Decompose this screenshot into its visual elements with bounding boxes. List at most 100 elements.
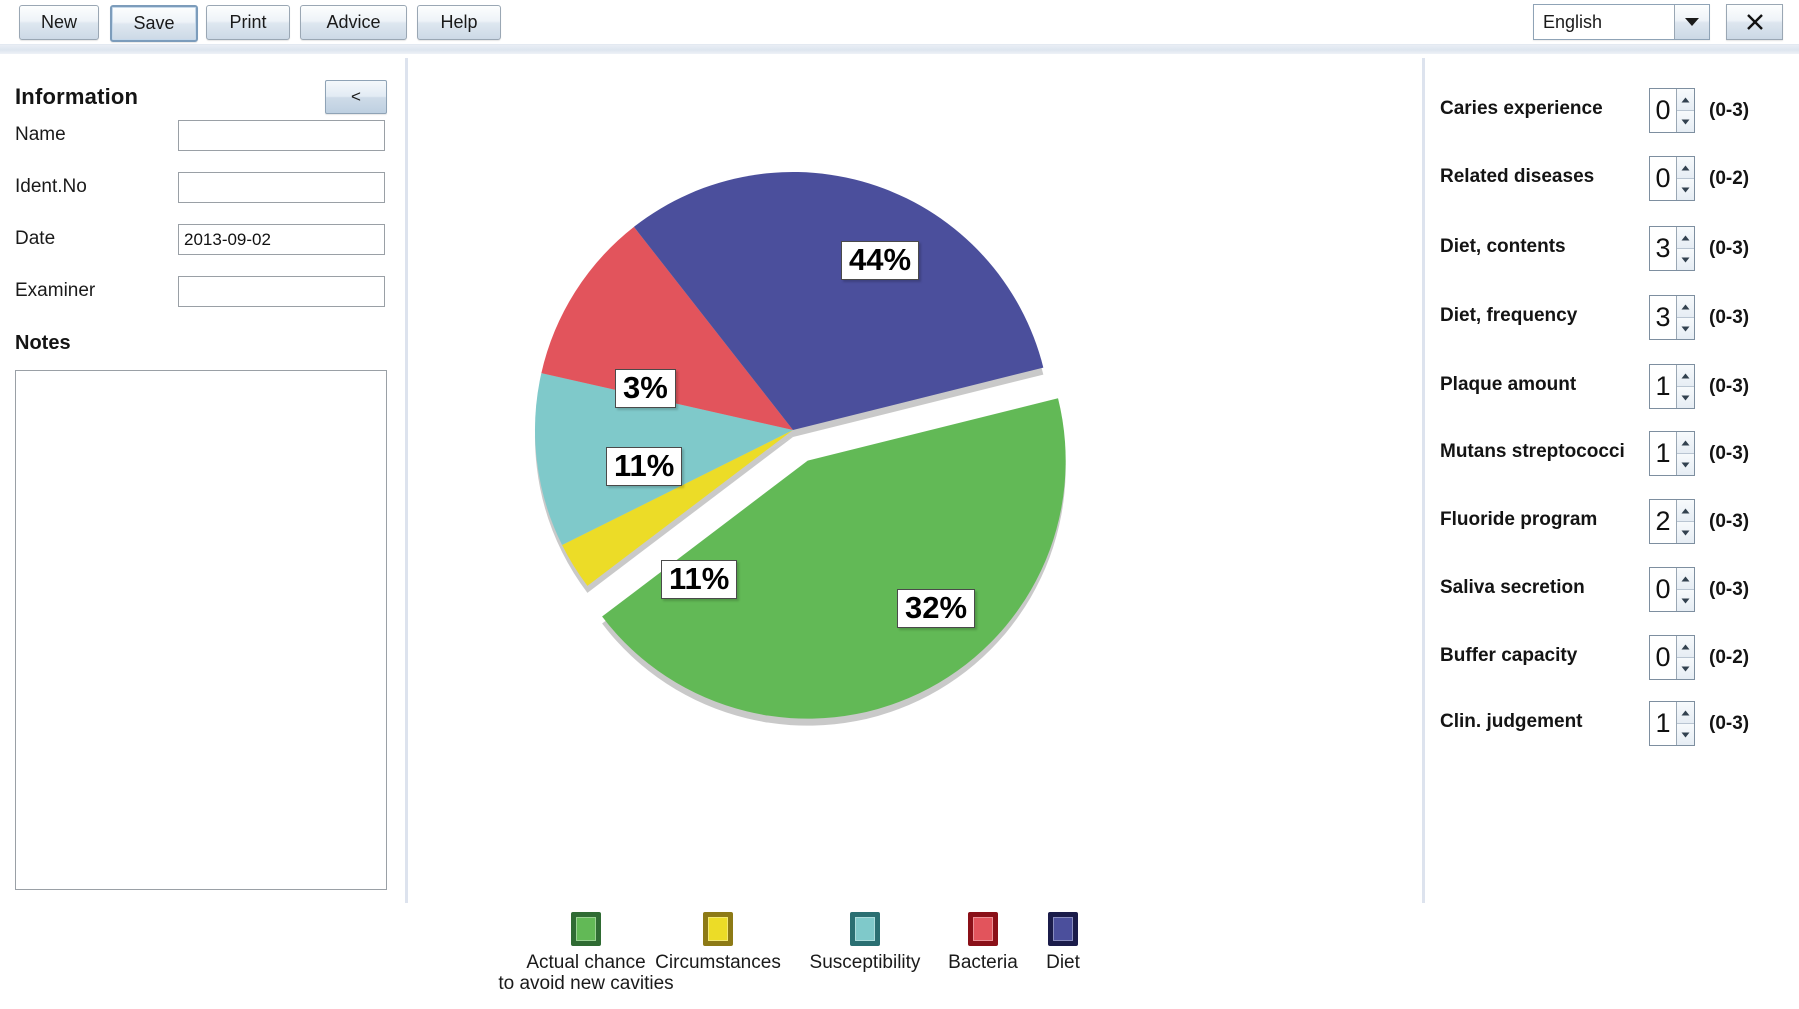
stepper-down-button[interactable] xyxy=(1677,386,1694,408)
pie-slice-label: 3% xyxy=(615,369,676,409)
information-panel: Information < Name Ident.No Date Examine… xyxy=(0,58,405,903)
parameter-value: 0 xyxy=(1650,157,1676,200)
parameter-range: (0-3) xyxy=(1709,511,1750,532)
parameter-stepper[interactable]: 0 xyxy=(1649,156,1695,201)
ident-no-input[interactable] xyxy=(178,172,385,203)
stepper-up-button[interactable] xyxy=(1677,227,1694,248)
parameter-range: (0-3) xyxy=(1709,713,1750,734)
language-select[interactable]: English xyxy=(1533,4,1710,40)
stepper-up-button[interactable] xyxy=(1677,296,1694,317)
stepper-up-button[interactable] xyxy=(1677,702,1694,723)
parameter-label: Saliva secretion xyxy=(1440,577,1585,598)
examiner-input[interactable] xyxy=(178,276,385,307)
pie-chart-svg xyxy=(535,172,1066,726)
parameter-row: Caries experience 0 (0-3) xyxy=(1425,88,1799,134)
parameter-row: Diet, frequency 3 (0-3) xyxy=(1425,295,1799,341)
save-button[interactable]: Save xyxy=(110,5,198,42)
name-input[interactable] xyxy=(178,120,385,151)
stepper-down-button[interactable] xyxy=(1677,248,1694,270)
stepper-down-button[interactable] xyxy=(1677,723,1694,745)
page-title: Information xyxy=(15,84,139,109)
print-button[interactable]: Print xyxy=(206,5,290,40)
parameter-label: Clin. judgement xyxy=(1440,711,1583,732)
legend-color-swatch xyxy=(850,912,880,946)
parameter-range: (0-3) xyxy=(1709,307,1750,328)
ident-no-label: Ident.No xyxy=(15,176,87,197)
parameter-row: Clin. judgement 1 (0-3) xyxy=(1425,701,1799,747)
toolbar-separator xyxy=(0,44,1799,54)
stepper-down-button[interactable] xyxy=(1677,521,1694,543)
parameter-stepper[interactable]: 1 xyxy=(1649,431,1695,476)
parameter-row: Diet, contents 3 (0-3) xyxy=(1425,226,1799,272)
parameter-label: Related diseases xyxy=(1440,166,1595,187)
stepper-up-button[interactable] xyxy=(1677,89,1694,110)
parameter-row: Mutans streptococci 1 (0-3) xyxy=(1425,431,1799,477)
parameter-range: (0-2) xyxy=(1709,168,1750,189)
legend-label: Circumstances xyxy=(655,952,781,973)
pie-slice-label: 44% xyxy=(841,241,920,281)
parameter-label: Buffer capacity xyxy=(1440,645,1578,666)
stepper-down-button[interactable] xyxy=(1677,110,1694,132)
legend-item: Circumstances xyxy=(638,903,798,973)
parameter-row: Fluoride program 2 (0-3) xyxy=(1425,499,1799,545)
parameter-stepper[interactable]: 1 xyxy=(1649,364,1695,409)
stepper-up-button[interactable] xyxy=(1677,500,1694,521)
parameter-value: 1 xyxy=(1650,365,1676,408)
parameter-value: 0 xyxy=(1650,89,1676,132)
date-row: Date xyxy=(0,224,405,258)
parameter-stepper[interactable]: 0 xyxy=(1649,88,1695,133)
help-button[interactable]: Help xyxy=(417,5,501,40)
date-input[interactable] xyxy=(178,224,385,255)
parameter-stepper[interactable]: 0 xyxy=(1649,635,1695,680)
parameter-label: Mutans streptococci xyxy=(1440,441,1625,462)
chart-legend: Actual chance to avoid new cavities Circu… xyxy=(408,903,1422,1009)
stepper-down-button[interactable] xyxy=(1677,317,1694,339)
parameter-range: (0-2) xyxy=(1709,647,1750,668)
legend-color-swatch xyxy=(1048,912,1078,946)
stepper-up-button[interactable] xyxy=(1677,636,1694,657)
new-button[interactable]: New xyxy=(19,5,99,40)
examiner-label: Examiner xyxy=(15,280,96,301)
chevron-down-icon[interactable] xyxy=(1674,5,1709,39)
parameter-row: Plaque amount 1 (0-3) xyxy=(1425,364,1799,410)
toolbar: New Save Print Advice Help English xyxy=(0,0,1799,42)
parameter-label: Caries experience xyxy=(1440,98,1603,119)
notes-label: Notes xyxy=(15,332,71,354)
stepper-down-button[interactable] xyxy=(1677,178,1694,200)
language-select-value: English xyxy=(1534,5,1674,39)
stepper-down-button[interactable] xyxy=(1677,453,1694,475)
collapse-panel-button[interactable]: < xyxy=(325,80,387,114)
stepper-down-button[interactable] xyxy=(1677,657,1694,679)
legend-color-swatch xyxy=(968,912,998,946)
stepper-up-button[interactable] xyxy=(1677,568,1694,589)
legend-color-swatch xyxy=(571,912,601,946)
parameter-value: 2 xyxy=(1650,500,1676,543)
ident-no-row: Ident.No xyxy=(0,172,405,206)
parameter-value: 1 xyxy=(1650,702,1676,745)
parameter-stepper[interactable]: 3 xyxy=(1649,295,1695,340)
close-button[interactable] xyxy=(1726,4,1783,40)
legend-label: Diet xyxy=(1046,952,1080,973)
pie-slice-label: 32% xyxy=(897,589,976,629)
parameter-row: Related diseases 0 (0-2) xyxy=(1425,156,1799,202)
parameter-stepper[interactable]: 3 xyxy=(1649,226,1695,271)
pie-slice-label: 11% xyxy=(661,560,738,600)
examiner-row: Examiner xyxy=(0,276,405,310)
notes-input[interactable] xyxy=(15,370,387,890)
legend-color-swatch xyxy=(703,912,733,946)
parameter-range: (0-3) xyxy=(1709,443,1750,464)
parameter-range: (0-3) xyxy=(1709,238,1750,259)
parameters-panel: Caries experience 0 (0-3) Related diseases 0… xyxy=(1425,58,1799,903)
parameter-stepper[interactable]: 0 xyxy=(1649,567,1695,612)
advice-button[interactable]: Advice xyxy=(300,5,407,40)
stepper-up-button[interactable] xyxy=(1677,432,1694,453)
parameter-stepper[interactable]: 2 xyxy=(1649,499,1695,544)
date-label: Date xyxy=(15,228,56,249)
stepper-up-button[interactable] xyxy=(1677,365,1694,386)
pie-chart: 44% 3% 11% 11% 32% xyxy=(408,58,1422,903)
stepper-down-button[interactable] xyxy=(1677,589,1694,611)
parameter-stepper[interactable]: 1 xyxy=(1649,701,1695,746)
stepper-up-button[interactable] xyxy=(1677,157,1694,178)
parameter-value: 3 xyxy=(1650,227,1676,270)
parameter-value: 0 xyxy=(1650,568,1676,611)
